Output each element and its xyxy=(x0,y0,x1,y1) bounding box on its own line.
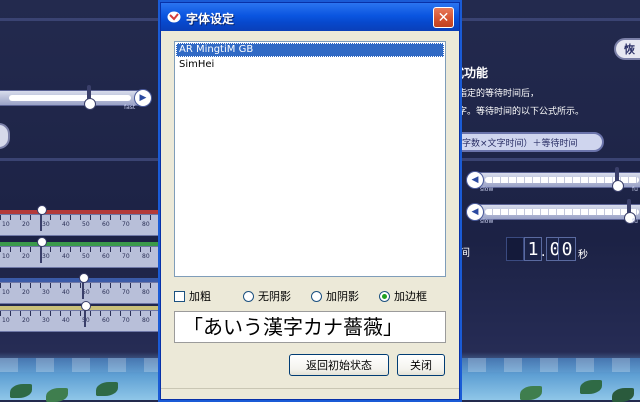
preview-text: 「あいう漢字カナ薔薇」 xyxy=(183,315,403,339)
scale-number: 20 xyxy=(22,253,30,260)
radio-no-shadow[interactable]: 无阴影 xyxy=(243,289,291,303)
scale-number: 60 xyxy=(102,221,110,228)
scale-number: 80 xyxy=(142,289,150,296)
slider-knob[interactable] xyxy=(84,85,96,110)
scale-number: 10 xyxy=(2,253,10,260)
reset-button[interactable]: 返回初始状态 xyxy=(289,354,389,376)
bold-label: 加粗 xyxy=(189,290,211,303)
dialog-title: 字体设定 xyxy=(186,12,235,26)
time-unit: 秒 xyxy=(578,250,588,261)
slider-fast-label: fast xyxy=(124,104,136,111)
scale-number: 60 xyxy=(102,253,110,260)
left-pill-button[interactable] xyxy=(0,123,10,149)
scale-number: 70 xyxy=(122,289,130,296)
time-digit-box: 1 xyxy=(524,237,542,261)
scale-number: 30 xyxy=(42,289,50,296)
radio-circle[interactable] xyxy=(243,290,254,302)
scale-number: 80 xyxy=(142,221,150,228)
scale-number: 50 xyxy=(82,253,90,260)
time-dot: . xyxy=(541,244,546,260)
scale-number: 20 xyxy=(22,289,30,296)
volume-scale[interactable]: 1020304050607080 xyxy=(0,301,160,332)
scale-marker[interactable] xyxy=(37,237,47,263)
app-icon xyxy=(167,11,181,23)
volume-scale[interactable]: 10 20 30 40 50 60 70 80 xyxy=(0,237,160,268)
formula-display: 字数×文字时间）＋等待时间 xyxy=(452,132,604,152)
dialog-titlebar[interactable]: 字体设定 ✕ xyxy=(161,3,459,31)
scale-number: 70 xyxy=(122,253,130,260)
restore-button[interactable]: 恢 xyxy=(614,38,640,60)
font-list-item[interactable]: SimHei xyxy=(176,58,444,72)
scale-number: 60 xyxy=(102,289,110,296)
slider-slow-label: slow xyxy=(480,218,494,225)
scale-number: 40 xyxy=(62,253,70,260)
slider-fast-label: fu xyxy=(632,218,638,225)
volume-scale[interactable]: 10 20 30 40 50 60 70 80 xyxy=(0,205,160,236)
font-settings-dialog: 字体设定 ✕ AR MingtiM GB SimHei 加粗 无阴影 加阴影 加边… xyxy=(160,2,460,400)
no-shadow-label: 无阴影 xyxy=(258,290,291,303)
scale-number: 80 xyxy=(142,253,150,260)
radio-add-border[interactable]: 加边框 xyxy=(379,289,427,303)
slider-fast-label: fu xyxy=(632,186,638,193)
dialog-bottom-edge xyxy=(161,388,459,399)
scale-number: 40 xyxy=(62,317,70,324)
scale-number: 10 xyxy=(2,289,10,296)
checkbox-box[interactable] xyxy=(174,290,185,302)
time-digit-box xyxy=(506,237,524,261)
scale-number: 60 xyxy=(102,317,110,324)
restore-button-label: 恢 xyxy=(624,43,635,56)
scale-number: 10 xyxy=(2,317,10,324)
scale-number: 10 xyxy=(2,221,10,228)
close-icon: ✕ xyxy=(437,9,450,26)
radio-circle[interactable] xyxy=(311,290,322,302)
slider-slow-label: slow xyxy=(480,186,494,193)
feature-desc-2: 字。等待时间的以下公式所示。 xyxy=(458,107,585,117)
close-button[interactable]: 关闭 xyxy=(397,354,445,376)
close-button-label: 关闭 xyxy=(410,359,432,372)
font-preview: 「あいう漢字カナ薔薇」 xyxy=(174,311,446,343)
close-window-button[interactable]: ✕ xyxy=(433,7,454,28)
add-shadow-label: 加阴影 xyxy=(326,290,359,303)
reset-button-label: 返回初始状态 xyxy=(306,359,372,372)
bold-checkbox[interactable]: 加粗 xyxy=(174,289,211,303)
font-list-item[interactable]: AR MingtiM GB xyxy=(176,43,444,57)
add-border-label: 加边框 xyxy=(394,290,427,303)
time-digit-box: 0 xyxy=(558,237,576,261)
radio-add-shadow[interactable]: 加阴影 xyxy=(311,289,359,303)
time-label: 间 xyxy=(460,248,470,259)
slider-fast-button[interactable]: ▶ xyxy=(134,89,152,107)
radio-circle[interactable] xyxy=(379,290,390,302)
volume-scale[interactable]: 10 20 30 40 50 60 70 80 xyxy=(0,273,160,304)
scale-number: 50 xyxy=(82,289,90,296)
scale-number: 30 xyxy=(42,221,50,228)
scale-number: 40 xyxy=(62,289,70,296)
scale-marker[interactable] xyxy=(81,301,91,327)
scale-number: 20 xyxy=(22,221,30,228)
font-list[interactable]: AR MingtiM GB SimHei xyxy=(174,41,446,277)
scale-number: 70 xyxy=(122,221,130,228)
formula-text: 字数×文字时间）＋等待时间 xyxy=(462,138,578,149)
scale-marker[interactable] xyxy=(37,205,47,231)
slider-knob[interactable] xyxy=(624,199,636,224)
scale-number: 30 xyxy=(42,317,50,324)
slider-knob[interactable] xyxy=(612,167,624,192)
scale-number: 30 xyxy=(42,253,50,260)
scale-number: 80 xyxy=(142,317,150,324)
scale-number: 40 xyxy=(62,221,70,228)
scale-number: 20 xyxy=(22,317,30,324)
feature-desc-1: 指定的等待时间后， xyxy=(458,89,540,99)
scale-number: 70 xyxy=(122,317,130,324)
scale-marker[interactable] xyxy=(79,273,89,299)
scale-number: 50 xyxy=(82,221,90,228)
